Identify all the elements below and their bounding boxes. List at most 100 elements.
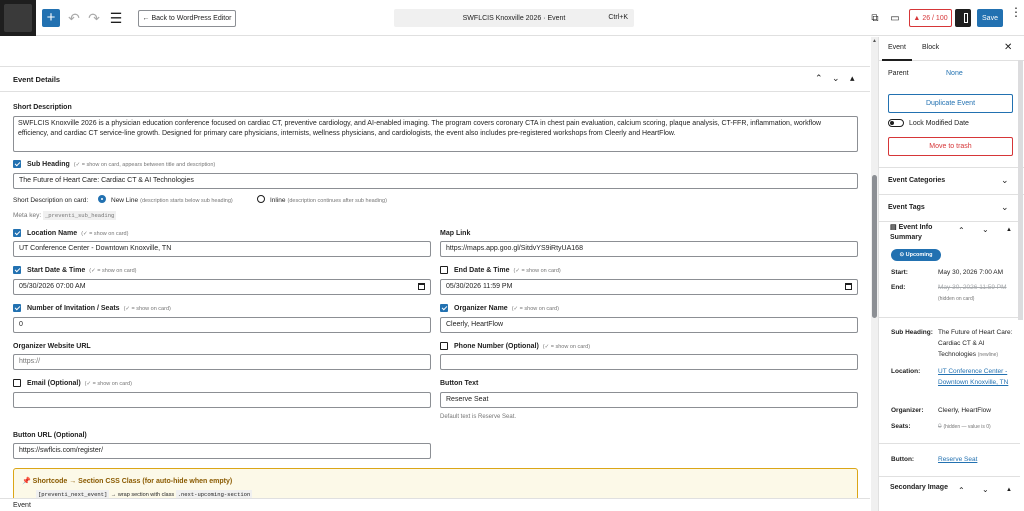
- collapse-icon[interactable]: ▲: [1006, 487, 1012, 493]
- email-hint: (✓ = show on card): [84, 381, 132, 387]
- button-url-input[interactable]: https://swflcis.com/register/: [13, 443, 431, 459]
- summary-seats-number: 0: [938, 423, 942, 430]
- event-summary-title: ▤ Event Info Summary: [890, 223, 950, 243]
- summary-organizer-key: Organizer:: [891, 407, 924, 414]
- map-link-input[interactable]: https://maps.app.goo.gl/SitdvYS9iRtyUA16…: [440, 241, 858, 257]
- meta-key: Meta key: _preventi_sub_heading: [13, 211, 117, 220]
- button-text-input[interactable]: Reserve Seat: [440, 392, 858, 408]
- seats-hint: (✓ = show on card): [123, 306, 171, 312]
- organizer-url-input[interactable]: https://: [13, 354, 431, 370]
- seats-label-text: Number of Invitation / Seats: [27, 305, 120, 312]
- tab-event[interactable]: Event: [882, 44, 912, 61]
- site-logo[interactable]: [0, 0, 36, 36]
- sub-heading-checkbox[interactable]: [13, 160, 21, 168]
- move-down-icon[interactable]: ⌄: [982, 225, 989, 234]
- rank-icon: ▲: [913, 14, 921, 22]
- short-description-textarea[interactable]: SWFLCIS Knoxville 2026 is a physician ed…: [13, 116, 858, 152]
- organizer-hint: (✓ = show on card): [511, 306, 559, 312]
- divider: [879, 221, 1020, 222]
- summary-subheading-text: The Future of Heart Care: Cardiac CT & A…: [938, 329, 1013, 358]
- duplicate-event-button[interactable]: Duplicate Event: [888, 94, 1013, 113]
- inline-hint: (description continues after sub heading…: [287, 198, 387, 204]
- event-categories-title: Event Categories: [888, 177, 946, 184]
- calendar-icon[interactable]: [418, 283, 425, 290]
- editor-footer: Event: [0, 498, 870, 511]
- move-to-trash-button[interactable]: Move to trash: [888, 137, 1013, 156]
- scroll-up-icon[interactable]: ▲: [872, 38, 877, 44]
- organizer-url-label: Organizer Website URL: [13, 343, 91, 350]
- event-tags-section[interactable]: Event Tags ⌄: [879, 194, 1024, 221]
- end-date-checkbox[interactable]: [440, 266, 448, 274]
- phone-input[interactable]: [440, 354, 858, 370]
- move-up-icon[interactable]: ⌃: [958, 226, 965, 235]
- organizer-checkbox[interactable]: [440, 304, 448, 312]
- move-down-icon[interactable]: ⌄: [982, 485, 989, 494]
- more-options-icon[interactable]: ⋮: [1010, 6, 1022, 26]
- editor-canvas: Event Details ⌃ ⌄ ▴ Short Description SW…: [0, 37, 870, 511]
- end-date-label: End Date & Time (✓ = show on card): [454, 267, 561, 274]
- location-input[interactable]: UT Conference Center - Downtown Knoxvill…: [13, 241, 431, 257]
- location-label: Location Name (✓ = show on card): [27, 230, 128, 237]
- button-url-label: Button URL (Optional): [13, 432, 87, 439]
- calendar-icon[interactable]: [845, 283, 852, 290]
- parent-value[interactable]: None: [946, 70, 963, 77]
- location-label-text: Location Name: [27, 230, 78, 237]
- sub-heading-input[interactable]: The Future of Heart Care: Cardiac CT & A…: [13, 173, 858, 189]
- sub-heading-hint: (✓ = show on card, appears between title…: [73, 162, 216, 168]
- undo-icon[interactable]: ↶: [66, 10, 82, 26]
- back-to-editor-button[interactable]: ← Back to WordPress Editor: [138, 10, 236, 27]
- inline-radio[interactable]: [257, 195, 265, 203]
- summary-seats-note: (hidden — value is 0): [943, 424, 991, 430]
- event-summary-title-text: Event Info Summary: [890, 224, 933, 241]
- move-up-icon[interactable]: ⌃: [815, 73, 823, 84]
- sub-heading-label: Sub Heading (✓ = show on card, appears be…: [27, 161, 215, 168]
- main-scrollbar-thumb[interactable]: [872, 175, 877, 318]
- seo-score-value: 26 / 100: [922, 14, 948, 22]
- add-block-button[interactable]: +: [42, 9, 60, 27]
- end-date-input[interactable]: 05/30/2026 11:59 PM: [440, 279, 858, 295]
- view-external-icon[interactable]: ⧉: [868, 10, 882, 26]
- summary-button-link[interactable]: Reserve Seat: [938, 454, 1013, 465]
- lock-modified-label: Lock Modified Date: [909, 120, 969, 127]
- new-line-hint: (description starts below sub heading): [140, 198, 233, 204]
- start-date-checkbox[interactable]: [13, 266, 21, 274]
- collapse-icon[interactable]: ▲: [1006, 227, 1012, 233]
- seo-score-badge[interactable]: ▲ 26 / 100: [909, 9, 952, 27]
- phone-label-text: Phone Number (Optional): [454, 343, 539, 350]
- button-text-help: Default text is Reserve Seat.: [440, 414, 517, 420]
- summary-location-key: Location:: [891, 368, 921, 375]
- new-line-label: New Line: [111, 197, 139, 204]
- pin-icon: 📌: [22, 478, 31, 485]
- summary-subheading-key: Sub Heading:: [891, 329, 933, 336]
- summary-location-link[interactable]: UT Conference Center - Downtown Knoxvill…: [938, 366, 1013, 388]
- email-input[interactable]: [13, 392, 431, 408]
- summary-subheading-value: The Future of Heart Care: Cardiac CT & A…: [938, 327, 1013, 361]
- lock-modified-toggle[interactable]: [888, 119, 904, 127]
- notice-title-text: Shortcode → Section CSS Class (for auto-…: [32, 478, 233, 485]
- sidebar-scrollbar[interactable]: [1018, 60, 1023, 320]
- redo-icon[interactable]: ↷: [86, 10, 102, 26]
- breadcrumb[interactable]: Event: [13, 502, 31, 509]
- start-date-input[interactable]: 05/30/2026 07:00 AM: [13, 279, 431, 295]
- phone-checkbox[interactable]: [440, 342, 448, 350]
- document-overview-icon[interactable]: ☰: [108, 10, 124, 26]
- email-checkbox[interactable]: [13, 379, 21, 387]
- summary-end-date: May 30, 2026 11:59 PM: [938, 284, 1007, 291]
- save-button[interactable]: Save: [977, 9, 1003, 27]
- event-categories-section[interactable]: Event Categories ⌄: [879, 167, 1024, 194]
- phone-hint: (✓ = show on card): [542, 344, 591, 350]
- settings-toggle-button[interactable]: [955, 9, 971, 27]
- move-down-icon[interactable]: ⌄: [832, 73, 840, 84]
- seats-checkbox[interactable]: [13, 304, 21, 312]
- site-icon: [4, 4, 32, 32]
- command-palette-bar[interactable]: SWFLCIS Knoxville 2026 · Event Ctrl+K: [394, 9, 634, 27]
- move-up-icon[interactable]: ⌃: [958, 486, 965, 495]
- close-icon[interactable]: ✕: [1004, 42, 1012, 53]
- location-checkbox[interactable]: [13, 229, 21, 237]
- new-line-radio[interactable]: [98, 195, 106, 203]
- tab-block[interactable]: Block: [922, 44, 939, 51]
- organizer-input[interactable]: Cleerly, HeartFlow: [440, 317, 858, 333]
- seats-input[interactable]: 0: [13, 317, 431, 333]
- collapse-icon[interactable]: ▴: [850, 73, 855, 84]
- preview-device-icon[interactable]: ▭: [888, 10, 902, 26]
